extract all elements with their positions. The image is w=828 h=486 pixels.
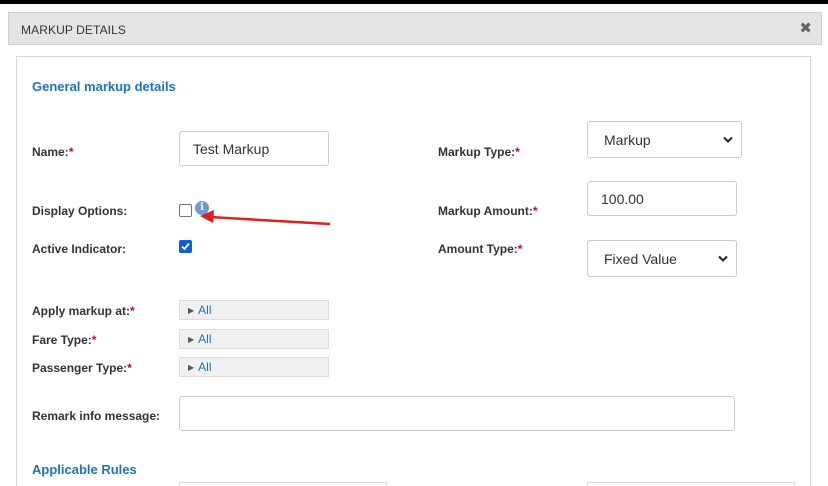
chevron-down-icon bbox=[718, 255, 728, 262]
name-label: Name:* bbox=[32, 145, 73, 159]
passenger-type-value[interactable]: All bbox=[198, 360, 211, 374]
checkmark-icon bbox=[181, 242, 190, 251]
remark-info-input[interactable] bbox=[179, 396, 735, 431]
rules-field-right[interactable] bbox=[587, 482, 795, 486]
passenger-type-tree[interactable]: ▶ All bbox=[179, 357, 329, 377]
chevron-down-icon bbox=[723, 136, 733, 143]
dialog-header: MARKUP DETAILS ✖ bbox=[8, 12, 822, 45]
expand-triangle-icon[interactable]: ▶ bbox=[188, 363, 194, 372]
remark-info-label: Remark info message: bbox=[32, 409, 161, 423]
expand-triangle-icon[interactable]: ▶ bbox=[188, 306, 194, 315]
amount-type-select[interactable]: Fixed Value bbox=[587, 240, 737, 277]
required-marker: * bbox=[517, 242, 523, 256]
fare-type-tree[interactable]: ▶ All bbox=[179, 329, 329, 349]
markup-type-label-text: Markup Type: bbox=[438, 145, 516, 159]
apply-markup-at-tree[interactable]: ▶ All bbox=[179, 300, 329, 320]
expand-triangle-icon[interactable]: ▶ bbox=[188, 335, 194, 344]
fare-type-value[interactable]: All bbox=[198, 332, 211, 346]
fare-type-label-text: Fare Type: bbox=[32, 333, 92, 347]
passenger-type-label: Passenger Type:* bbox=[32, 361, 132, 375]
markup-type-label: Markup Type:* bbox=[438, 145, 520, 159]
markup-amount-input[interactable]: 100.00 bbox=[587, 181, 737, 216]
arrow-annotation-icon bbox=[200, 210, 331, 226]
name-input[interactable]: Test Markup bbox=[179, 131, 329, 166]
active-indicator-label: Active Indicator: bbox=[32, 242, 127, 256]
required-marker: * bbox=[127, 361, 132, 375]
passenger-type-label-text: Passenger Type: bbox=[32, 361, 128, 375]
required-marker: * bbox=[130, 304, 135, 318]
display-options-label: Display Options: bbox=[32, 204, 128, 218]
required-marker: * bbox=[68, 145, 74, 159]
name-label-text: Name: bbox=[32, 145, 69, 159]
apply-markup-at-label-text: Apply markup at: bbox=[32, 304, 131, 318]
rules-field-left[interactable] bbox=[179, 482, 387, 486]
name-input-value: Test Markup bbox=[193, 140, 270, 157]
section-title-general: General markup details bbox=[32, 79, 176, 94]
display-options-checkbox[interactable] bbox=[179, 204, 192, 217]
markup-type-select[interactable]: Markup bbox=[587, 121, 742, 158]
amount-type-label: Amount Type:* bbox=[438, 242, 522, 256]
markup-type-selected: Markup bbox=[604, 131, 651, 148]
amount-type-selected: Fixed Value bbox=[604, 250, 677, 267]
markup-amount-label-text: Markup Amount: bbox=[438, 204, 533, 218]
required-marker: * bbox=[515, 145, 520, 159]
markup-amount-value: 100.00 bbox=[601, 190, 644, 207]
close-icon[interactable]: ✖ bbox=[799, 19, 812, 37]
apply-markup-at-label: Apply markup at:* bbox=[32, 304, 135, 318]
apply-markup-at-value[interactable]: All bbox=[198, 303, 211, 317]
amount-type-label-text: Amount Type: bbox=[438, 242, 518, 256]
top-dark-bar bbox=[0, 0, 828, 4]
active-indicator-checkbox[interactable] bbox=[179, 240, 192, 253]
required-marker: * bbox=[91, 333, 97, 347]
required-marker: * bbox=[532, 204, 538, 218]
fare-type-label: Fare Type:* bbox=[32, 333, 96, 347]
section-title-rules: Applicable Rules bbox=[32, 462, 137, 477]
dialog-title: MARKUP DETAILS bbox=[21, 23, 126, 37]
markup-amount-label: Markup Amount:* bbox=[438, 204, 538, 218]
